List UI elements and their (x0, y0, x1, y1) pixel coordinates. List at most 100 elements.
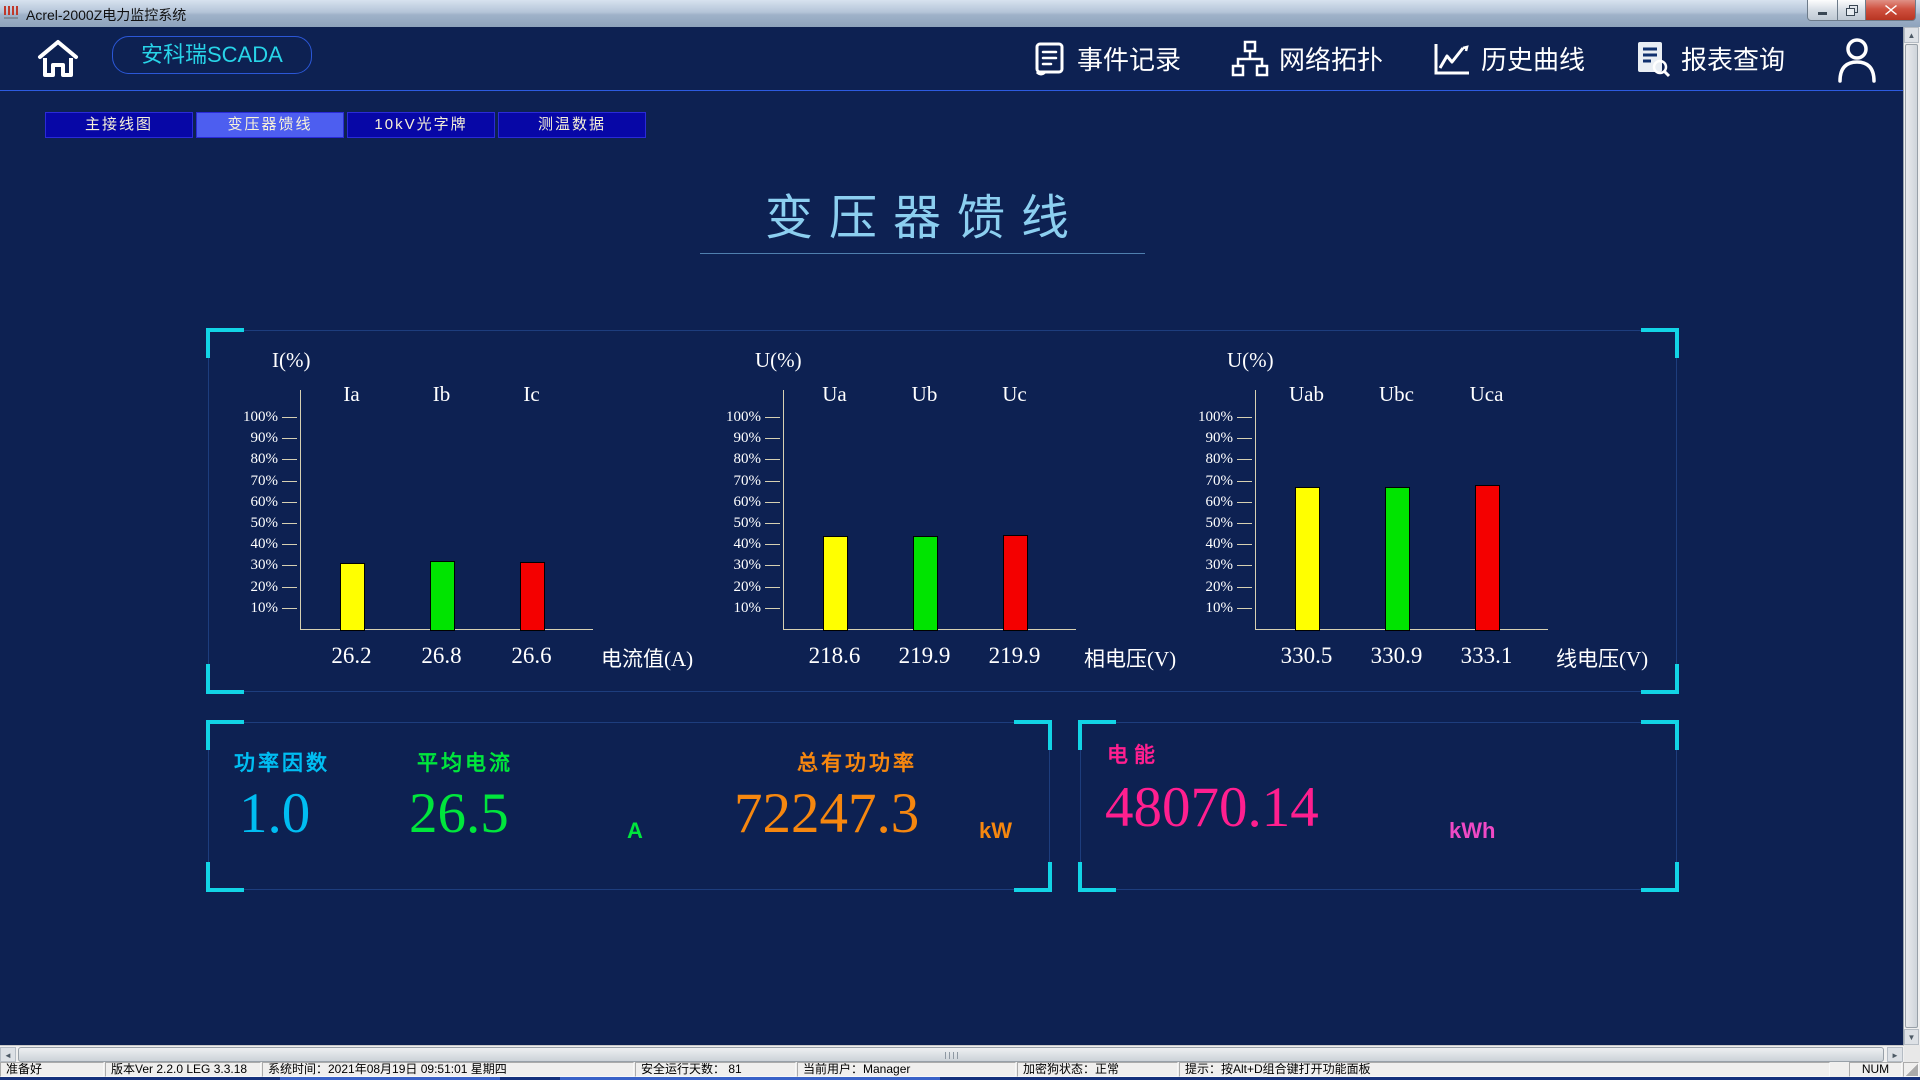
bar (913, 536, 938, 631)
user-icon[interactable] (1835, 35, 1879, 83)
y-tick-label: 50% (699, 515, 761, 532)
vertical-scrollbar[interactable]: ▲ ▼ (1903, 27, 1920, 1045)
horizontal-scrollbar[interactable]: ◄ ► (0, 1045, 1904, 1063)
y-tick-label: 70% (1171, 473, 1233, 490)
scroll-left-arrow[interactable]: ◄ (0, 1047, 16, 1062)
nav-item-2[interactable]: 网络拓扑 (1231, 40, 1383, 78)
status-segment-1: 准备好 (0, 1062, 104, 1077)
corner-bracket (1641, 862, 1679, 892)
restore-icon (1846, 5, 1858, 16)
y-axis-line (300, 390, 301, 629)
bar-value: 219.9 (965, 643, 1065, 669)
event-log-icon (1033, 41, 1067, 77)
bar-value: 333.1 (1437, 643, 1537, 669)
tab-1[interactable]: 主接线图 (45, 112, 193, 138)
avg-current-label: 平均电流 (417, 747, 513, 777)
y-tick-label: 90% (699, 430, 761, 447)
y-tick-mark (282, 587, 297, 588)
y-tick-label: 40% (1171, 536, 1233, 553)
brand-button[interactable]: 安科瑞SCADA (112, 36, 312, 74)
nav-item-label: 网络拓扑 (1279, 40, 1383, 77)
home-icon[interactable] (36, 38, 80, 78)
corner-bracket (1014, 862, 1052, 892)
page-title: 变压器馈线 (710, 178, 1140, 248)
close-button[interactable] (1865, 0, 1916, 21)
series-label: Ub (875, 382, 975, 407)
active-power-unit: kW (979, 818, 1012, 844)
y-tick-label: 80% (1171, 451, 1233, 468)
y-tick-label: 10% (216, 600, 278, 617)
energy-label: 电能 (1107, 739, 1161, 769)
active-power-label: 总有功功率 (797, 747, 917, 777)
y-tick-mark (282, 438, 297, 439)
nav-item-1[interactable]: 事件记录 (1033, 40, 1181, 77)
status-segment-2: 版本Ver 2.2.0 LEG 3.3.18 (105, 1062, 261, 1077)
scroll-right-arrow[interactable]: ► (1887, 1047, 1903, 1062)
numlock-indicator: NUM (1849, 1062, 1902, 1077)
close-icon (1885, 5, 1897, 15)
y-tick-label: 40% (216, 536, 278, 553)
chart-axis-title: U(%) (755, 348, 802, 373)
minimize-button[interactable] (1807, 0, 1838, 21)
vertical-scroll-thumb[interactable] (1905, 44, 1918, 1028)
nav-item-label: 历史曲线 (1481, 40, 1585, 77)
tabbar: 主接线图变压器馈线10kV光字牌测温数据 (45, 112, 646, 138)
power-factor-value: 1.0 (239, 781, 310, 846)
bar-value: 26.6 (482, 643, 582, 669)
network-topology-icon (1231, 40, 1269, 78)
tab-4[interactable]: 测温数据 (498, 112, 646, 138)
energy-panel: 电能 48070.14 kWh (1080, 722, 1677, 890)
y-tick-mark (282, 417, 297, 418)
y-tick-mark (282, 608, 297, 609)
corner-bracket (206, 720, 244, 750)
corner-bracket (1014, 720, 1052, 750)
tab-3[interactable]: 10kV光字牌 (347, 112, 495, 138)
series-label: Ia (302, 382, 402, 407)
y-tick-label: 40% (699, 536, 761, 553)
chart-axis-title: I(%) (272, 348, 310, 373)
resize-grip (1903, 1062, 1919, 1077)
horizontal-scroll-thumb[interactable] (18, 1047, 1884, 1062)
window-controls (1807, 0, 1916, 20)
y-tick-mark (765, 523, 780, 524)
navbar: 安科瑞SCADA 事件记录 网络拓扑 历史曲线 报表查询 (0, 27, 1904, 91)
y-tick-mark (282, 502, 297, 503)
y-tick-mark (282, 544, 297, 545)
nav-item-3[interactable]: 历史曲线 (1433, 40, 1585, 77)
y-tick-mark (1237, 608, 1252, 609)
y-tick-label: 10% (1171, 600, 1233, 617)
y-tick-label: 90% (216, 430, 278, 447)
series-label: Ib (392, 382, 492, 407)
bar-value: 330.9 (1347, 643, 1447, 669)
avg-current-unit: A (627, 818, 643, 844)
bar (340, 563, 365, 631)
y-tick-label: 90% (1171, 430, 1233, 447)
y-tick-mark (282, 481, 297, 482)
corner-bracket (206, 862, 244, 892)
metrics-panel: 功率因数 1.0 平均电流 26.5 A 总有功功率 72247.3 kW (208, 722, 1050, 890)
y-tick-label: 70% (699, 473, 761, 490)
y-tick-label: 60% (216, 494, 278, 511)
nav-items: 事件记录 网络拓扑 历史曲线 报表查询 (1033, 27, 1879, 90)
y-tick-label: 10% (699, 600, 761, 617)
power-factor-label: 功率因数 (234, 747, 330, 777)
statusbar: 准备好版本Ver 2.2.0 LEG 3.3.18系统时间：2021年08月19… (0, 1062, 1920, 1077)
title-underline (700, 253, 1145, 254)
status-spacer (1831, 1062, 1849, 1077)
scroll-up-arrow[interactable]: ▲ (1904, 27, 1919, 43)
bar-chart-2: U(%)100%90%80%70%60%50%40%30%20%10%Ua218… (673, 340, 1153, 685)
y-tick-label: 20% (1171, 579, 1233, 596)
y-tick-label: 100% (216, 409, 278, 426)
bar (1385, 487, 1410, 631)
y-tick-mark (765, 544, 780, 545)
series-label: Ic (482, 382, 582, 407)
nav-item-4[interactable]: 报表查询 (1635, 40, 1785, 78)
restore-button[interactable] (1838, 0, 1865, 21)
tab-2[interactable]: 变压器馈线 (196, 112, 344, 138)
scroll-down-arrow[interactable]: ▼ (1904, 1029, 1919, 1045)
y-tick-label: 30% (1171, 557, 1233, 574)
y-tick-label: 60% (699, 494, 761, 511)
nav-item-label: 事件记录 (1077, 40, 1181, 77)
y-tick-mark (1237, 565, 1252, 566)
y-tick-label: 60% (1171, 494, 1233, 511)
